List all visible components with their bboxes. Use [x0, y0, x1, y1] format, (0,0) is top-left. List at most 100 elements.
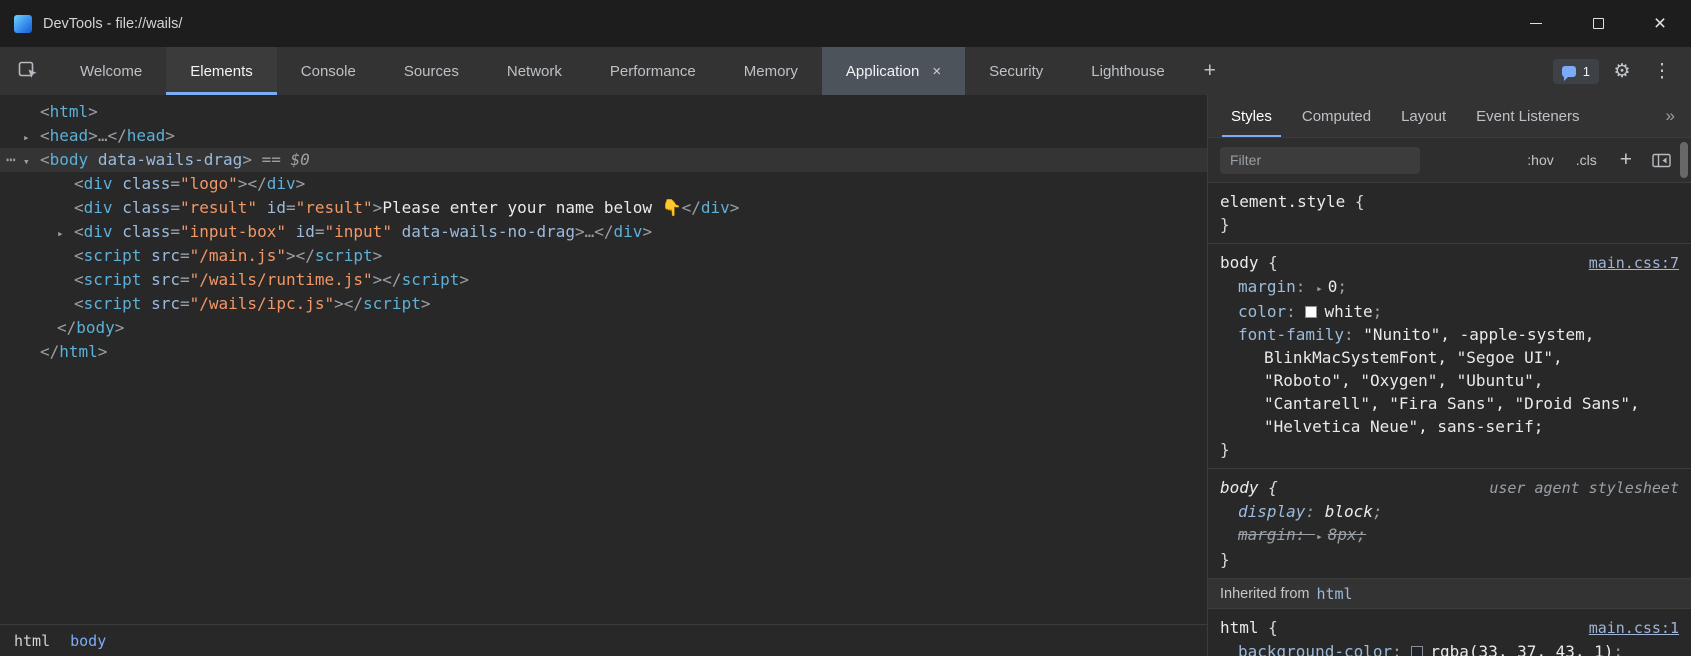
- dom-tree-node[interactable]: </body>: [0, 316, 1207, 340]
- plus-icon: +: [1204, 59, 1216, 83]
- main-menu-button[interactable]: ⋮: [1645, 54, 1679, 88]
- add-tab-button[interactable]: +: [1189, 47, 1231, 95]
- css-declaration[interactable]: margin: ▸8px;: [1208, 523, 1691, 548]
- dom-tree-node[interactable]: <script src="/main.js"></script>: [0, 244, 1207, 268]
- expand-shorthand-icon[interactable]: ▸: [1316, 525, 1323, 548]
- rule-selector-line[interactable]: body {main.css:7: [1208, 251, 1691, 275]
- stylesheet-source-link[interactable]: main.css:7: [1589, 252, 1679, 275]
- punctuation: [113, 222, 123, 241]
- css-declaration[interactable]: margin: ▸0;: [1208, 275, 1691, 300]
- punctuation: <: [40, 150, 50, 169]
- css-punctuation: :: [1296, 525, 1315, 544]
- css-declaration[interactable]: "Cantarell", "Fira Sans", "Droid Sans",: [1208, 392, 1691, 415]
- css-declaration[interactable]: font-family: "Nunito", -apple-system,: [1208, 323, 1691, 346]
- tab-memory[interactable]: Memory: [720, 47, 822, 95]
- dom-tree-node[interactable]: <script src="/wails/runtime.js"></script…: [0, 268, 1207, 292]
- rule-selector-line[interactable]: body {user agent stylesheet: [1208, 476, 1691, 500]
- scrollbar-thumb[interactable]: [1680, 142, 1688, 178]
- tabbar-right-actions: 1 ⚙ ⋮: [1553, 47, 1691, 95]
- sidebar-tab-computed[interactable]: Computed: [1287, 95, 1386, 137]
- expand-arrow-icon[interactable]: ▸: [57, 222, 74, 246]
- maximize-icon: [1593, 18, 1604, 29]
- titlebar[interactable]: DevTools - file://wails/ ×: [0, 0, 1691, 47]
- punctuation: </: [247, 174, 266, 193]
- css-declaration[interactable]: color: white;: [1208, 300, 1691, 323]
- dom-tree-node[interactable]: ▸<head>…</head>: [0, 124, 1207, 148]
- tab-performance[interactable]: Performance: [586, 47, 720, 95]
- attribute-value: "logo": [180, 174, 238, 193]
- rule-selector-line[interactable]: element.style {: [1208, 190, 1691, 213]
- stylesheet-source-link[interactable]: main.css:1: [1589, 617, 1679, 640]
- tab-label: Performance: [610, 63, 696, 80]
- tag-name: script: [363, 294, 421, 313]
- sidebar-tabs: StylesComputedLayoutEvent Listeners: [1216, 95, 1595, 137]
- selected-node-hint: == $0: [252, 150, 310, 169]
- sidebar-tab-styles[interactable]: Styles: [1216, 95, 1287, 137]
- tab-sources[interactable]: Sources: [380, 47, 483, 95]
- tag-name: div: [614, 222, 643, 241]
- expand-shorthand-icon[interactable]: ▸: [1316, 277, 1323, 300]
- tab-lighthouse[interactable]: Lighthouse: [1067, 47, 1188, 95]
- dom-tree-node[interactable]: ⋯▾<body data-wails-drag> == $0: [0, 148, 1207, 172]
- dom-tree-node[interactable]: <div class="result" id="result">Please e…: [0, 196, 1207, 220]
- messages-badge[interactable]: 1: [1553, 59, 1599, 84]
- settings-button[interactable]: ⚙: [1605, 54, 1639, 88]
- punctuation: >: [575, 222, 585, 241]
- punctuation: >: [373, 198, 383, 217]
- sidebar-tab-layout[interactable]: Layout: [1386, 95, 1461, 137]
- inspect-element-button[interactable]: [0, 47, 56, 95]
- styles-filter-input[interactable]: [1220, 147, 1420, 174]
- expand-arrow-icon[interactable]: ▸: [23, 126, 40, 150]
- more-tabs-icon[interactable]: »: [1650, 106, 1691, 126]
- window-controls: ×: [1505, 0, 1691, 47]
- css-punctuation: ;: [1357, 525, 1367, 544]
- dom-tree-node[interactable]: <script src="/wails/ipc.js"></script>: [0, 292, 1207, 316]
- tab-welcome[interactable]: Welcome: [56, 47, 166, 95]
- css-declaration[interactable]: BlinkMacSystemFont, "Segoe UI",: [1208, 346, 1691, 369]
- toggle-element-state-button[interactable]: :hov: [1516, 152, 1564, 168]
- css-punctuation: :: [1305, 502, 1324, 521]
- css-property-value: 0: [1328, 277, 1338, 296]
- tab-elements[interactable]: Elements: [166, 47, 277, 95]
- close-button[interactable]: ×: [1629, 0, 1691, 47]
- close-tab-icon[interactable]: ×: [932, 63, 941, 80]
- maximize-button[interactable]: [1567, 0, 1629, 47]
- tab-security[interactable]: Security: [965, 47, 1067, 95]
- tab-network[interactable]: Network: [483, 47, 586, 95]
- dom-tree-node[interactable]: ▸<div class="input-box" id="input" data-…: [0, 220, 1207, 244]
- tag-name: body: [50, 150, 89, 169]
- tab-label: Console: [301, 63, 356, 80]
- rule-selector-line[interactable]: html {main.css:1: [1208, 616, 1691, 640]
- tab-label: Application: [846, 63, 919, 80]
- css-declaration[interactable]: background-color: rgba(33, 37, 43, 1);: [1208, 640, 1691, 656]
- tag-name: html: [50, 102, 89, 121]
- minimize-button[interactable]: [1505, 0, 1567, 47]
- css-declaration[interactable]: display: block;: [1208, 500, 1691, 523]
- punctuation: …: [585, 222, 595, 241]
- punctuation: >: [334, 294, 344, 313]
- dom-tree-node[interactable]: </html>: [0, 340, 1207, 364]
- breadcrumb-item-html[interactable]: html: [6, 630, 58, 652]
- collapse-arrow-icon[interactable]: ▾: [23, 150, 40, 174]
- element-classes-button[interactable]: .cls: [1565, 152, 1608, 168]
- node-overflow-menu-icon[interactable]: ⋯: [6, 148, 17, 172]
- tag-name: head: [127, 126, 166, 145]
- tab-console[interactable]: Console: [277, 47, 380, 95]
- css-declaration[interactable]: "Helvetica Neue", sans-serif;: [1208, 415, 1691, 438]
- dom-tree-node[interactable]: <html>: [0, 100, 1207, 124]
- dom-tree-node[interactable]: <div class="logo"></div>: [0, 172, 1207, 196]
- punctuation: =: [170, 198, 180, 217]
- tab-application[interactable]: Application ×: [822, 47, 965, 95]
- new-style-rule-button[interactable]: +: [1608, 148, 1644, 172]
- color-swatch[interactable]: [1411, 646, 1423, 656]
- css-declaration[interactable]: "Roboto", "Oxygen", "Ubuntu",: [1208, 369, 1691, 392]
- inherited-node-link[interactable]: html: [1316, 585, 1352, 603]
- css-property-value: rgba(33, 37, 43, 1): [1430, 642, 1613, 656]
- color-swatch[interactable]: [1305, 306, 1317, 318]
- breadcrumb-bar: htmlbody: [0, 624, 1207, 656]
- breadcrumb-item-body[interactable]: body: [62, 630, 114, 652]
- sidebar-tab-event-listeners[interactable]: Event Listeners: [1461, 95, 1594, 137]
- punctuation: >: [98, 342, 108, 361]
- toggle-sidebar-pane-button[interactable]: [1644, 152, 1679, 169]
- styles-scrollbar[interactable]: [1679, 139, 1689, 656]
